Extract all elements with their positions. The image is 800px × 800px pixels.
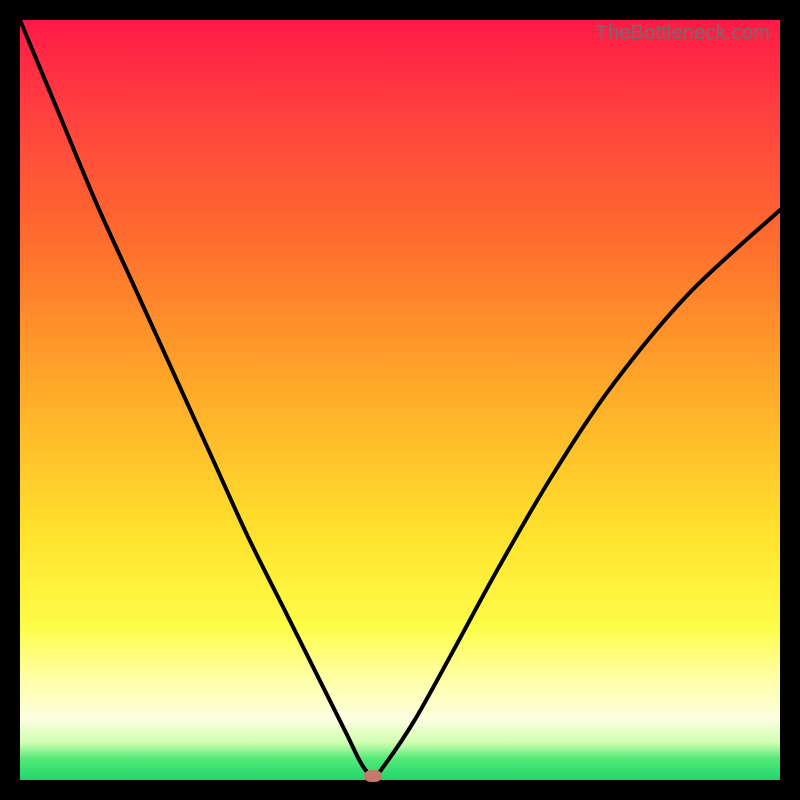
- outer-frame: TheBottleneck.com: [0, 0, 800, 800]
- minimum-marker: [364, 770, 382, 782]
- plot-area: TheBottleneck.com: [20, 20, 780, 780]
- bottleneck-curve: [20, 20, 780, 780]
- curve-path: [20, 20, 780, 776]
